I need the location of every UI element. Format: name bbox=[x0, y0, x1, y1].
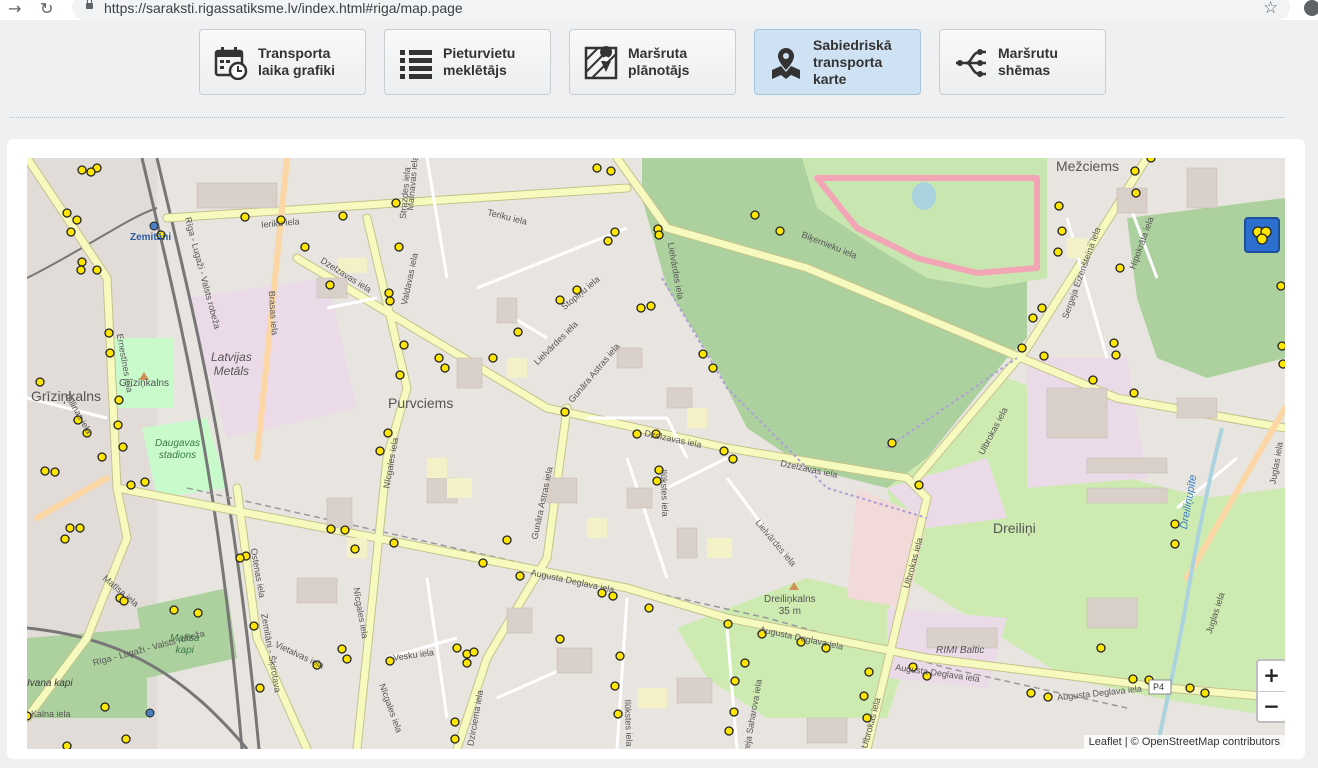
place-label: Purvciems bbox=[388, 395, 454, 411]
map-pin-icon bbox=[584, 46, 618, 80]
road-shield-label: P4 bbox=[1153, 682, 1165, 692]
place-label: Mežciems bbox=[1056, 158, 1120, 174]
tab-transport-map[interactable]: Sabiedriskā transporta karte bbox=[754, 29, 921, 95]
reload-icon[interactable]: ↻ bbox=[40, 0, 53, 18]
location-pin-icon bbox=[772, 48, 800, 79]
poi-label: RIMI Baltic bbox=[936, 645, 985, 656]
zoom-out-button[interactable]: − bbox=[1258, 691, 1285, 722]
street-label: Kalna iela bbox=[31, 709, 71, 719]
tab-label: Maršruta plānotājs bbox=[628, 45, 690, 78]
transport-map[interactable]: Mežciems Purvciems Grīziņkalns Grīziņkal… bbox=[27, 158, 1285, 749]
divider bbox=[10, 117, 1285, 118]
tab-label: Sabiedriskā transporta karte bbox=[813, 36, 892, 87]
tab-label: Maršrutu shēmas bbox=[998, 45, 1058, 78]
zoom-in-button[interactable]: + bbox=[1258, 661, 1285, 691]
bookmark-star-icon[interactable]: ☆ bbox=[1263, 0, 1278, 18]
list-icon bbox=[400, 50, 432, 79]
tab-label: Transporta laika grafiki bbox=[258, 45, 336, 78]
profile-avatar-icon[interactable] bbox=[1304, 0, 1318, 16]
url-text[interactable]: https://saraksti.rigassatiksme.lv/index.… bbox=[104, 0, 463, 17]
tab-route-schemes[interactable]: Maršrutu shēmas bbox=[939, 29, 1106, 95]
map-attribution[interactable]: Leaflet | © OpenStreetMap contributors bbox=[1083, 735, 1285, 749]
cemetery-label: Ivana kapi bbox=[27, 678, 73, 689]
tab-label: Pieturvietu meklētājs bbox=[443, 45, 516, 78]
calendar-clock-icon bbox=[214, 47, 248, 80]
industrial-label: Latvijas Metāls bbox=[211, 350, 252, 378]
street-label: Ilūkstes iela bbox=[658, 469, 671, 517]
lock-icon bbox=[86, 0, 93, 9]
station-label: Zemitāni bbox=[130, 232, 172, 243]
main-nav-tabs: Transporta laika grafiki Pieturvietu mek… bbox=[0, 29, 1318, 97]
peak-label: Dreiliņkalns 35 m bbox=[764, 594, 816, 617]
browser-toolbar: → ↻ https://saraksti.rigassatiksme.lv/in… bbox=[0, 0, 1318, 20]
layers-control-button[interactable] bbox=[1244, 217, 1280, 253]
tab-timetables[interactable]: Transporta laika grafiki bbox=[199, 29, 366, 95]
forward-icon[interactable]: → bbox=[8, 0, 21, 18]
tab-route-planner[interactable]: Maršruta plānotājs bbox=[569, 29, 736, 95]
tab-stop-search[interactable]: Pieturvietu meklētājs bbox=[384, 29, 551, 95]
layers-icon bbox=[1252, 226, 1272, 245]
stadium-label: Daugavas stadions bbox=[155, 438, 201, 461]
street-label: Ilūkstes iela bbox=[622, 699, 635, 747]
map-tiles bbox=[27, 158, 1285, 749]
place-label: Dreiliņi bbox=[993, 520, 1036, 536]
route-scheme-icon bbox=[956, 49, 986, 77]
zoom-control: + − bbox=[1256, 659, 1285, 723]
